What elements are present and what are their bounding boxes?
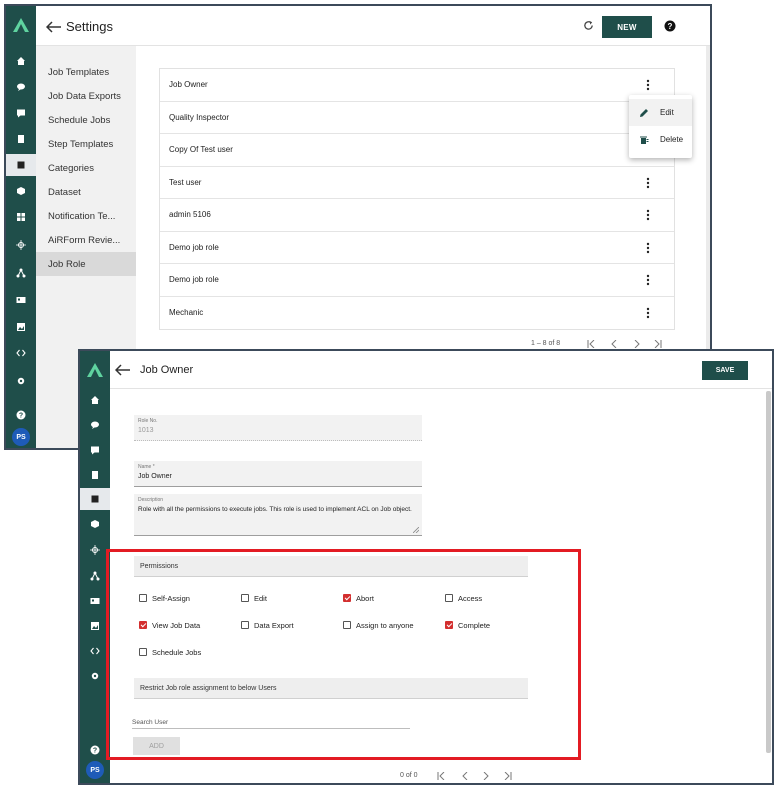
id-card-icon[interactable] bbox=[6, 289, 36, 311]
app-logo bbox=[87, 363, 103, 377]
save-button[interactable]: SAVE bbox=[702, 361, 748, 380]
last-page-icon[interactable] bbox=[654, 340, 662, 348]
role-name: Copy Of Test user bbox=[169, 145, 233, 155]
more-vert-icon[interactable] bbox=[645, 79, 651, 91]
chevron-right-icon[interactable] bbox=[482, 772, 490, 780]
back-arrow-icon[interactable] bbox=[46, 21, 62, 33]
settings-header: Settings NEW ? bbox=[36, 6, 710, 46]
resize-handle-icon[interactable] bbox=[413, 527, 419, 533]
chat-icon[interactable] bbox=[6, 76, 36, 98]
edit-menu-item[interactable]: Edit bbox=[629, 99, 692, 126]
list-item[interactable]: Copy Of Test user bbox=[160, 134, 674, 167]
avatar[interactable]: PS bbox=[12, 428, 30, 446]
more-vert-icon[interactable] bbox=[645, 177, 651, 189]
document-icon[interactable] bbox=[80, 464, 110, 486]
settings-list-icon[interactable] bbox=[6, 154, 36, 176]
scrollbar[interactable] bbox=[766, 391, 771, 753]
nav-rail: ? PS bbox=[6, 6, 36, 448]
back-arrow-icon[interactable] bbox=[115, 364, 131, 376]
list-item[interactable]: Quality Inspector bbox=[160, 102, 674, 134]
role-no-label: Role No. bbox=[138, 418, 158, 424]
job-role-list: Job Owner Quality Inspector Copy Of Test… bbox=[159, 68, 675, 330]
avatar[interactable]: PS bbox=[86, 761, 104, 779]
role-name: Demo job role bbox=[169, 275, 219, 285]
sidebar-item-airform-review[interactable]: AiRForm Revie... bbox=[36, 228, 136, 252]
description-label: Description bbox=[138, 497, 164, 503]
list-item[interactable]: Test user bbox=[160, 167, 674, 199]
row-context-menu: Edit Delete bbox=[629, 95, 692, 158]
sidebar-item-job-role[interactable]: Job Role bbox=[36, 252, 136, 276]
sidebar-item-job-templates[interactable]: Job Templates bbox=[36, 60, 136, 84]
role-name: Test user bbox=[169, 177, 202, 187]
app-logo bbox=[13, 18, 29, 32]
pagination-range: 1 – 8 of 8 bbox=[531, 340, 561, 347]
detail-header: Job Owner SAVE bbox=[110, 351, 772, 389]
description-textarea[interactable] bbox=[138, 506, 414, 532]
name-label: Name * bbox=[138, 464, 155, 470]
sidebar-item-job-data-exports[interactable]: Job Data Exports bbox=[36, 84, 136, 108]
pencil-icon bbox=[640, 108, 648, 117]
crosshair-icon[interactable] bbox=[6, 234, 36, 256]
last-page-icon[interactable] bbox=[504, 772, 512, 780]
role-name: Job Owner bbox=[169, 80, 208, 90]
widgets-icon[interactable] bbox=[6, 206, 36, 228]
sidebar-item-notification-templates[interactable]: Notification Te... bbox=[36, 204, 136, 228]
refresh-icon[interactable] bbox=[583, 20, 594, 31]
permissions-highlight-box bbox=[106, 549, 581, 760]
list-item[interactable]: Demo job role bbox=[160, 264, 674, 297]
list-item[interactable]: Job Owner bbox=[160, 69, 674, 102]
svg-text:?: ? bbox=[93, 748, 97, 755]
svg-text:?: ? bbox=[19, 413, 23, 420]
message-icon[interactable] bbox=[6, 102, 36, 124]
box-icon[interactable] bbox=[80, 513, 110, 535]
hierarchy-icon[interactable] bbox=[6, 262, 36, 284]
sidebar-item-categories[interactable]: Categories bbox=[36, 156, 136, 180]
sidebar-item-schedule-jobs[interactable]: Schedule Jobs bbox=[36, 108, 136, 132]
delete-menu-item[interactable]: Delete bbox=[629, 126, 692, 153]
role-no-field: Role No. 1013 bbox=[134, 415, 422, 441]
code-icon[interactable] bbox=[6, 342, 36, 364]
home-icon[interactable] bbox=[80, 389, 110, 411]
first-page-icon[interactable] bbox=[587, 340, 595, 348]
list-item[interactable]: Mechanic bbox=[160, 297, 674, 330]
help-circle-icon[interactable]: ? bbox=[6, 404, 36, 426]
edit-label: Edit bbox=[660, 108, 674, 117]
chat-icon[interactable] bbox=[80, 414, 110, 436]
role-name: Quality Inspector bbox=[169, 112, 230, 122]
more-vert-icon[interactable] bbox=[645, 274, 651, 286]
page-title: Job Owner bbox=[140, 364, 194, 376]
pagination-range: 0 of 0 bbox=[400, 772, 418, 779]
chevron-right-icon[interactable] bbox=[633, 340, 641, 348]
message-icon[interactable] bbox=[80, 439, 110, 461]
first-page-icon[interactable] bbox=[437, 772, 445, 780]
page-title: Settings bbox=[66, 19, 113, 34]
list-item[interactable]: Demo job role bbox=[160, 232, 674, 264]
role-no-value: 1013 bbox=[138, 427, 154, 434]
sidebar-item-step-templates[interactable]: Step Templates bbox=[36, 132, 136, 156]
name-value: Job Owner bbox=[138, 473, 172, 480]
description-field[interactable]: Description bbox=[134, 494, 422, 536]
delete-icon bbox=[640, 136, 649, 144]
new-button[interactable]: NEW bbox=[602, 16, 652, 38]
chevron-left-icon[interactable] bbox=[461, 772, 469, 780]
chevron-left-icon[interactable] bbox=[610, 340, 618, 348]
image-icon[interactable] bbox=[6, 316, 36, 338]
more-vert-icon[interactable] bbox=[645, 209, 651, 221]
home-icon[interactable] bbox=[6, 50, 36, 72]
sidebar-item-dataset[interactable]: Dataset bbox=[36, 180, 136, 204]
role-name: admin 5106 bbox=[169, 210, 211, 220]
box-icon[interactable] bbox=[6, 180, 36, 202]
svg-text:?: ? bbox=[668, 22, 673, 31]
gear-icon[interactable] bbox=[6, 370, 36, 392]
delete-label: Delete bbox=[660, 135, 684, 144]
role-name: Demo job role bbox=[169, 242, 219, 252]
document-icon[interactable] bbox=[6, 128, 36, 150]
list-item[interactable]: admin 5106 bbox=[160, 199, 674, 232]
name-field[interactable]: Name * Job Owner bbox=[134, 461, 422, 487]
help-icon[interactable]: ? bbox=[664, 20, 676, 32]
settings-list-icon[interactable] bbox=[80, 488, 110, 510]
role-name: Mechanic bbox=[169, 308, 204, 318]
more-vert-icon[interactable] bbox=[645, 242, 651, 254]
more-vert-icon[interactable] bbox=[645, 307, 651, 319]
